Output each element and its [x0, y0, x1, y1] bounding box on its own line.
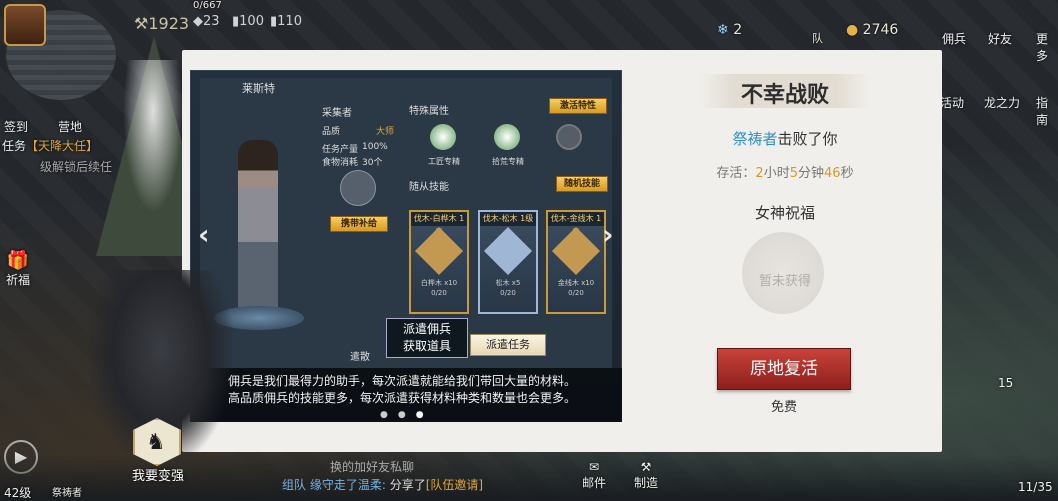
gift-button[interactable]: 🎁 祈福	[6, 250, 30, 288]
quality-label: 品质	[322, 127, 341, 137]
caption-line-1: 佣兵是我们最得力的助手，每次派遣就能给我们带回大量的材料。	[228, 374, 577, 388]
next-slide-arrow[interactable]: ›	[602, 218, 614, 251]
food-label: 食物消耗	[322, 158, 359, 168]
gift-icon: 🎁	[6, 250, 30, 271]
more-button[interactable]: 更多	[1036, 30, 1058, 64]
yield-label: 任务产量	[322, 145, 359, 155]
revive-cost: 免费	[770, 400, 797, 415]
activate-trait-button[interactable]: 激活特性	[549, 98, 607, 114]
hammer-icon: ⚒	[640, 460, 652, 474]
random-skill-button[interactable]: 随机技能	[556, 176, 608, 192]
player-level: 42级	[4, 486, 32, 500]
craft-perk-icon[interactable]	[430, 124, 456, 150]
skills-title: 随从技能	[409, 182, 449, 193]
revive-button[interactable]: 原地复活	[717, 348, 851, 390]
supply-slot[interactable]	[340, 170, 376, 206]
tree-snow-decoration	[118, 60, 188, 230]
card-title: 伐木-松木 1级	[480, 212, 536, 226]
caption-line-2: 高品质佣兵的技能更多，每次派遣获得材料种类和数量也会更多。	[228, 391, 577, 405]
card-item: 金线木 x10	[557, 279, 595, 287]
prev-slide-arrow[interactable]: ‹	[198, 218, 210, 251]
dispatch-task-button[interactable]: 派遣任务	[470, 334, 546, 356]
survive-time: 存活：2小时5分钟46秒	[716, 166, 854, 181]
card-item: 白桦木 x10	[420, 279, 458, 287]
power-icon: ⚒	[134, 14, 149, 33]
perk2-label: 拾荒专精	[492, 157, 524, 166]
killer-name[interactable]: 祭祷者	[732, 130, 777, 148]
dismiss-button[interactable]: 遣散	[350, 348, 370, 363]
skill-card-pine[interactable]: 伐木-松木 1级 松木 x5 0/20	[478, 210, 538, 314]
player-avatar[interactable]	[4, 4, 46, 46]
card-count: 0/20	[500, 289, 516, 297]
gem-counter[interactable]: ❄ 2	[717, 22, 742, 38]
yield-value: 100%	[362, 142, 388, 152]
mail-button[interactable]: ✉ 邮件	[582, 460, 606, 491]
friends-button[interactable]: 好友	[988, 30, 1012, 47]
special-title: 特殊属性	[409, 106, 449, 117]
defeat-title: 不幸战败	[740, 83, 829, 108]
xp-counter: 0/667	[193, 0, 222, 11]
dispatch-tooltip: 派遣佣兵 获取道具	[386, 318, 468, 358]
checkin-button[interactable]: 签到	[4, 118, 28, 135]
card-item: 松木 x5	[495, 279, 521, 287]
axe-icon	[551, 226, 601, 276]
team-button[interactable]: 队	[812, 30, 823, 46]
become-stronger-label[interactable]: 我要变强	[118, 465, 198, 484]
card-count: 0/20	[431, 289, 447, 297]
axe-icon	[414, 226, 464, 276]
snowflake-icon: ❄	[717, 22, 729, 38]
energy-icon: ◆	[193, 14, 203, 29]
dragon-power-button[interactable]: 龙之力	[984, 94, 1020, 111]
player-class: 祭祷者	[52, 488, 82, 499]
task-tracker[interactable]: 任务【天降大任】	[2, 137, 98, 154]
food-value: 30个	[362, 158, 383, 168]
chat-message[interactable]: 组队 缘守走了温柔: 分享了[队伍邀请]	[282, 476, 483, 493]
power-value: ⚒1923	[134, 14, 190, 33]
axe-icon	[483, 226, 533, 276]
craft-button[interactable]: ⚒ 制造	[634, 460, 658, 491]
coin-counter[interactable]: ● 2746	[846, 22, 898, 38]
char-name: 莱斯特	[242, 82, 275, 95]
mail-icon: ✉	[588, 460, 600, 474]
resource-1: ◆23	[193, 14, 220, 29]
card-count: 0/20	[568, 289, 584, 297]
slide-pagination[interactable]: ●●●	[380, 410, 434, 420]
skill-card-goldwood[interactable]: 伐木-金线木 1级 金线木 x10 0/20	[546, 210, 606, 314]
blessing-status: 暂未获得	[758, 274, 811, 289]
chat-line-0: 换的加好友私聊	[330, 460, 415, 474]
guide-button[interactable]: 指南	[1036, 94, 1058, 128]
camp-button[interactable]: 营地	[58, 118, 82, 135]
card-title: 伐木-金线木 1级	[548, 212, 604, 237]
small-counter: 15	[998, 376, 1014, 390]
character-figure	[238, 140, 278, 310]
carry-supply-button[interactable]: 携带补给	[330, 216, 388, 232]
mercenary-button[interactable]: 佣兵	[942, 30, 966, 47]
defeat-message: 祭祷者击败了你	[732, 130, 838, 148]
locked-perk-icon[interactable]	[556, 124, 582, 150]
strength-icon: ♞	[146, 430, 166, 455]
coin-icon: ●	[846, 22, 859, 38]
card-title: 伐木-白桦木 1级	[411, 212, 467, 237]
blessing-title: 女神祝福	[754, 204, 815, 222]
skill-card-birch[interactable]: 伐木-白桦木 1级 白桦木 x10 0/20	[409, 210, 469, 314]
resource-2: ▮100	[232, 14, 264, 29]
resource-3: ▮110	[270, 14, 302, 29]
scavenge-perk-icon[interactable]	[494, 124, 520, 150]
class-name: 采集者	[322, 108, 352, 119]
perk1-label: 工匠专精	[428, 157, 460, 166]
quality-value: 大师	[376, 127, 395, 137]
activity-button[interactable]: 活动	[940, 94, 964, 111]
inventory-count[interactable]: 11/35	[1018, 480, 1053, 494]
